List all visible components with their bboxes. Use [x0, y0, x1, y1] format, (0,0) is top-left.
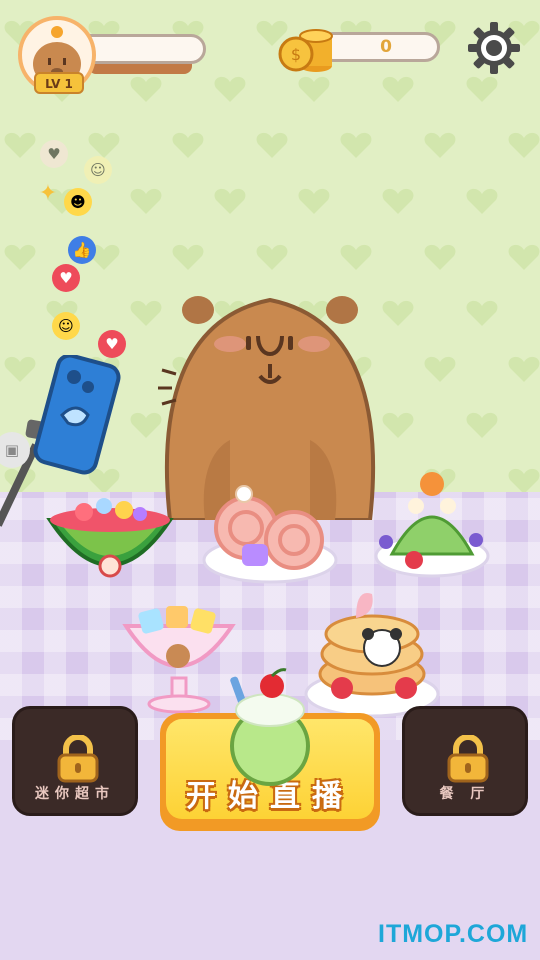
- mini-market-label: 迷你超市: [35, 786, 115, 802]
- strawberry-swiss-rolls: [202, 485, 338, 584]
- restaurant-button[interactable]: 餐 厅: [402, 706, 528, 816]
- heart-reaction-icon: ♥: [40, 140, 68, 168]
- padlock-icon: [447, 735, 489, 783]
- tears-of-joy-face-icon: ☺: [52, 312, 80, 340]
- thumbs-up-icon: 👍: [68, 236, 96, 264]
- sparkles-icon: ✦: [38, 181, 58, 206]
- coin-count: 0: [380, 37, 392, 57]
- gear-icon[interactable]: [468, 22, 520, 74]
- melon-soda-float: [230, 668, 310, 786]
- game-screen: ♥ ☺ ✦ ☻ 👍 ♥ ☺ ♥ ▣ 迷你超市 餐 厅 开始直播 LV 1 0 $…: [0, 0, 540, 960]
- heart-reaction-icon: ♥: [98, 330, 126, 358]
- sunglasses-face-icon: ☻: [64, 188, 92, 216]
- heart-reaction-icon: ♥: [52, 264, 80, 292]
- watermelon-fruit-bowl: [46, 498, 174, 578]
- coin-stack-icon: $: [278, 29, 333, 72]
- melon-jelly-parfait: [374, 472, 490, 578]
- xp-bar: [88, 34, 206, 64]
- watermark: ITMOP.COM: [378, 920, 529, 948]
- padlock-icon: [57, 735, 99, 783]
- mini-market-button[interactable]: 迷你超市: [12, 706, 138, 816]
- restaurant-label: 餐 厅: [439, 786, 491, 802]
- level-badge: LV 1: [34, 72, 84, 94]
- svg-text:$: $: [291, 45, 301, 64]
- grinning-face-icon: ☺: [84, 156, 112, 184]
